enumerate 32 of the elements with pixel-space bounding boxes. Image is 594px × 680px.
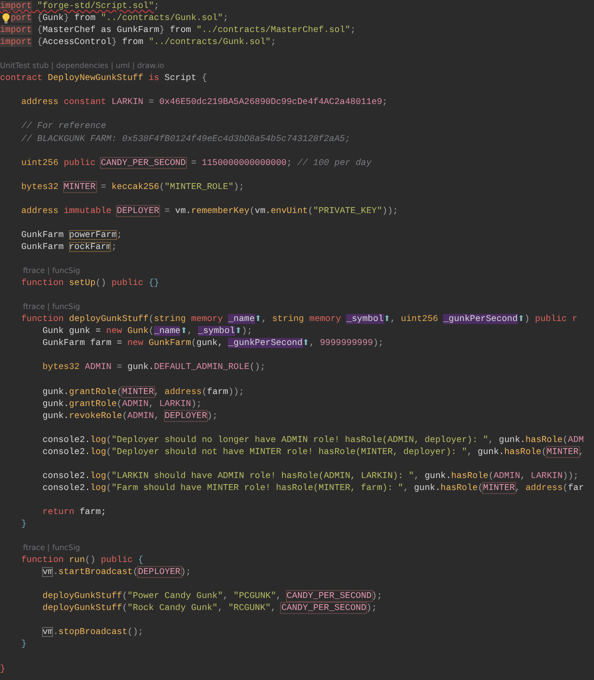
code-line: bytes32 ADMIN = gunk.DEFAULT_ADMIN_ROLE(); xyxy=(41,361,266,374)
code-line: import {AccessControl} from "../contracts/Gunk.sol"; xyxy=(0,36,276,48)
code-line: address constant LARKIN = 0x46E50dc219BA5A26890Dc99cDe4f4AC2a48011e9; xyxy=(20,96,388,108)
code-line: gunk.revokeRole(ADMIN, DEPLOYER); xyxy=(41,410,218,422)
code-line: import "forge-std/Script.sol"; xyxy=(0,0,160,12)
code-line: function deployGunkStuff(string memory _name⬆, string memory _symbol⬆, uint256 _gunkPerSecond⬆) public r xyxy=(20,313,578,326)
code-line: console2.log("Farm should have MINTER role! hasRole(MINTER, farm): ", gunk.hasRole(MINTER, address(far xyxy=(41,482,584,494)
code-line: deployGunkStuff("Rock Candy Gunk", "RCGUNK", CANDY_PER_SECOND); xyxy=(41,602,377,614)
code-line: GunkFarm rockFarm; xyxy=(20,240,117,253)
code-line: } xyxy=(20,638,27,651)
code-line: function setUp() public {} xyxy=(20,277,160,290)
code-line: } xyxy=(0,662,6,675)
code-line: GunkFarm powerFarm; xyxy=(20,228,122,241)
code-line: console2.log("LARKIN should have ADMIN role! hasRole(ADMIN, LARKIN): ", gunk.hasRole(ADMIN, LARKIN)); xyxy=(41,470,579,482)
code-line: uint256 public CANDY_PER_SECOND = 1150000000000000; // 100 per day xyxy=(20,156,372,169)
code-line: function run() public { xyxy=(20,554,144,566)
code-line: console2.log("Deployer should no longer have ADMIN role! hasRole(ADMIN, deployer): ", gunk.hasRole(ADM xyxy=(41,434,584,446)
code-line: address immutable DEPLOYER = vm.rememberKey(vm.envUint("PRIVATE_KEY")); xyxy=(20,204,398,217)
code-line: bytes32 MINTER = keccak256("MINTER_ROLE"); xyxy=(20,180,244,193)
code-line: GunkFarm farm = new GunkFarm(gunk, _gunkPerSecond⬆, 9999999999); xyxy=(41,337,384,350)
code-line: deployGunkStuff("Power Candy Gunk", "PCGUNK", CANDY_PER_SECOND); xyxy=(41,590,382,602)
code-line: // BLACKGUNK FARM: 0x538F4fB0124f49eEc4d3bD8a54b5c743128f2aA5; xyxy=(20,132,350,145)
code-line: } xyxy=(20,518,27,530)
code-line: import {MasterChef as GunkFarm} from "../contracts/MasterChef.sol"; xyxy=(0,24,356,36)
code-line: port {Gunk} from "../contracts/Gunk.sol"; xyxy=(10,12,228,24)
code-line: contract DeployNewGunkStuff is Script { xyxy=(0,72,208,84)
code-line: // For reference xyxy=(20,120,106,133)
code-line: Gunk gunk = new Gunk(_name⬆, _symbol⬆); xyxy=(41,325,252,338)
lightbulb-icon[interactable] xyxy=(2,13,10,24)
code-line: gunk.grantRole(ADMIN, LARKIN); xyxy=(41,398,202,410)
code-line: gunk.grantRole(MINTER, address(farm)); xyxy=(41,386,244,398)
code-line: return farm; xyxy=(41,506,106,518)
